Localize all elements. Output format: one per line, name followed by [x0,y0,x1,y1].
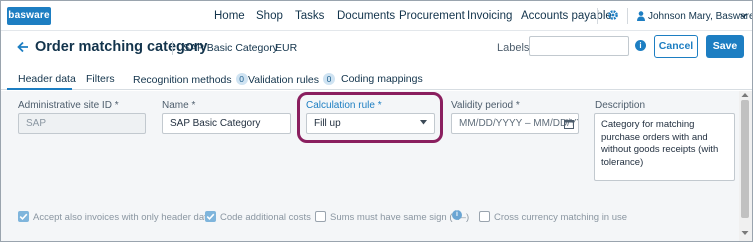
nav-procurement[interactable]: Procurement [399,10,465,22]
count-badge: 0 [235,73,248,85]
active-tab-indicator [7,88,72,90]
scroll-up-icon[interactable] [741,92,749,98]
page-title: Order matching category [35,39,208,55]
cross-currency-checkbox[interactable] [479,211,490,222]
tab-filters[interactable]: Filters [86,73,115,85]
user-icon [637,11,645,21]
code-additional-costs-label: Code additional costs [220,212,311,223]
tab-label: Recognition methods [133,74,232,86]
labels-label: Labels: [497,42,533,54]
nav-accounts-payable[interactable]: Accounts payable [521,10,612,22]
highlight-annotation [297,92,443,143]
tab-label: Filters [86,73,115,85]
validity-label: Validity period * [451,100,520,111]
title-divider [172,41,173,55]
accept-header-only-label: Accept also invoices with only header da… [33,212,213,223]
name-input[interactable]: SAP Basic Category [162,113,291,134]
top-navigation: basware Home Shop Tasks Documents Procur… [1,1,752,31]
app-window: basware Home Shop Tasks Documents Procur… [0,0,753,242]
scrollbar-thumb[interactable] [741,100,749,218]
cross-currency-label: Cross currency matching in use [494,212,628,223]
user-menu[interactable]: Johnson Mary, Basware Oyj [648,11,752,22]
accept-header-only-checkbox[interactable] [18,211,29,222]
tab-label: Header data [18,73,76,85]
cancel-button[interactable]: Cancel [654,35,698,58]
tab-label: Validation rules [248,74,320,86]
nav-invoicing[interactable]: Invoicing [467,10,512,22]
tab-bar: Header data Filters Recognition methods 0… [1,68,752,90]
count-badge: 0 [323,73,336,85]
info-icon[interactable]: i [635,40,646,51]
nav-home[interactable]: Home [214,10,245,22]
tab-validation-rules[interactable]: Validation rules 0 [248,73,336,86]
scroll-down-icon[interactable] [741,230,749,236]
tab-coding-mappings[interactable]: Coding mappings [341,73,423,85]
tab-header-data[interactable]: Header data [18,73,76,85]
basware-logo[interactable]: basware [7,7,51,25]
currency: EUR [275,42,298,54]
admin-site-label: Administrative site ID * [18,100,119,111]
checkmark-icon [206,213,215,221]
description-label: Description [595,100,646,111]
nav-documents[interactable]: Documents [337,10,395,22]
code-additional-costs-checkbox[interactable] [205,211,216,222]
gear-icon[interactable] [607,9,619,21]
save-button[interactable]: Save [706,35,744,58]
description-textarea[interactable]: Category for matching purchase orders wi… [594,113,735,181]
labels-input[interactable] [529,36,629,56]
same-sign-checkbox[interactable] [315,211,326,222]
name-label: Name * [162,100,196,111]
calendar-icon[interactable] [564,119,574,129]
back-arrow-icon[interactable] [17,41,29,53]
admin-site-input: SAP [18,113,146,134]
validity-input[interactable]: MM/DD/YYYY – MM/DD/YYYY [451,113,579,134]
info-icon[interactable]: i [452,210,462,220]
nav-divider [597,8,598,24]
same-sign-label: Sums must have same sign (+/–) [330,212,470,223]
category-name: SAP Basic Category [183,42,278,54]
tab-recognition-methods[interactable]: Recognition methods 0 [133,73,248,86]
chevron-down-icon[interactable] [740,13,747,18]
nav-divider [627,8,628,24]
tab-label: Coding mappings [341,73,423,85]
nav-shop[interactable]: Shop [256,10,283,22]
checkmark-icon [19,213,28,221]
nav-tasks[interactable]: Tasks [295,10,324,22]
